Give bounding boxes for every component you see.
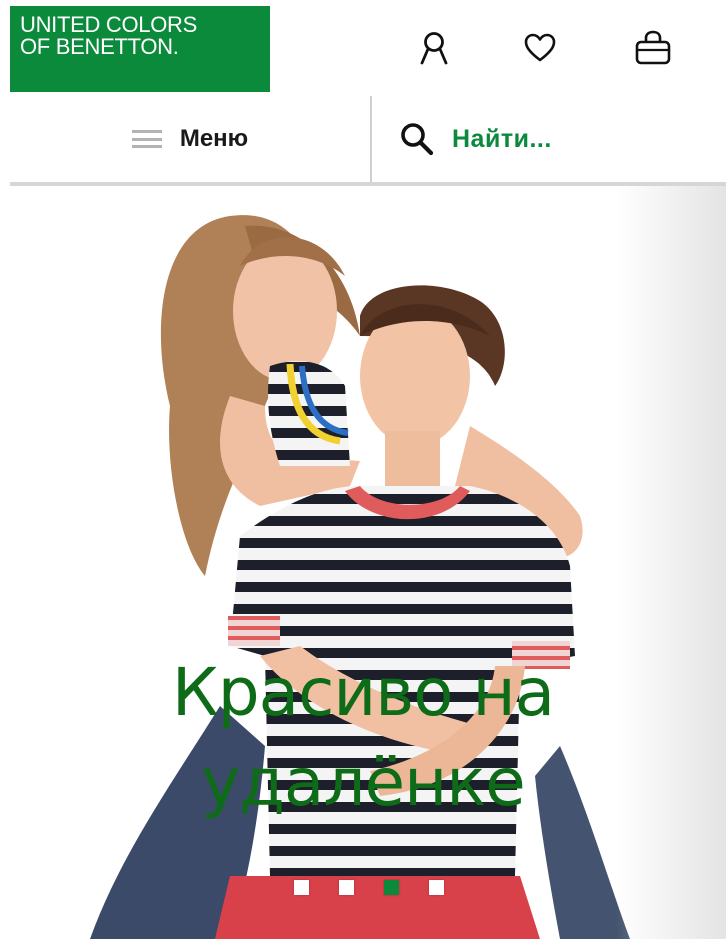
- hero-title-line-2: удалёнке: [201, 744, 526, 821]
- bag-icon-glyph: [635, 30, 671, 65]
- carousel-dot-1[interactable]: [294, 880, 309, 895]
- hero-title[interactable]: Красиво на удалёнке: [0, 648, 726, 828]
- search-button[interactable]: Найти...: [390, 96, 552, 182]
- search-placeholder: Найти...: [452, 124, 552, 153]
- carousel-dot-3-active[interactable]: [384, 880, 399, 895]
- logo-line-1: UNITED COLORS: [20, 12, 198, 37]
- carousel-dots: [294, 880, 444, 896]
- wishlist-heart-icon[interactable]: [520, 28, 560, 68]
- hero-title-line-1: Красиво на: [171, 654, 555, 731]
- page: UNITED COLORS OF BENETTON. Меню Найти...…: [0, 0, 726, 939]
- brand-logo[interactable]: UNITED COLORS OF BENETTON.: [10, 6, 270, 92]
- carousel-dot-4[interactable]: [429, 880, 444, 895]
- account-icon-glyph: [420, 32, 448, 65]
- shopping-bag-icon[interactable]: [633, 28, 673, 68]
- header: UNITED COLORS OF BENETTON.: [0, 0, 726, 96]
- menu-label: Меню: [179, 125, 249, 152]
- search-icon: [401, 123, 434, 156]
- account-icon[interactable]: [414, 28, 454, 68]
- menu-button[interactable]: Меню: [10, 96, 370, 182]
- nav-divider: [370, 96, 372, 182]
- nav-bar: Меню Найти...: [10, 96, 726, 186]
- hero-banner[interactable]: Красиво на удалёнке: [0, 186, 726, 939]
- carousel-dot-2[interactable]: [339, 880, 354, 895]
- heart-icon-glyph: [524, 33, 556, 62]
- logo-line-2: OF BENETTON.: [20, 34, 179, 59]
- hamburger-icon: [131, 130, 162, 148]
